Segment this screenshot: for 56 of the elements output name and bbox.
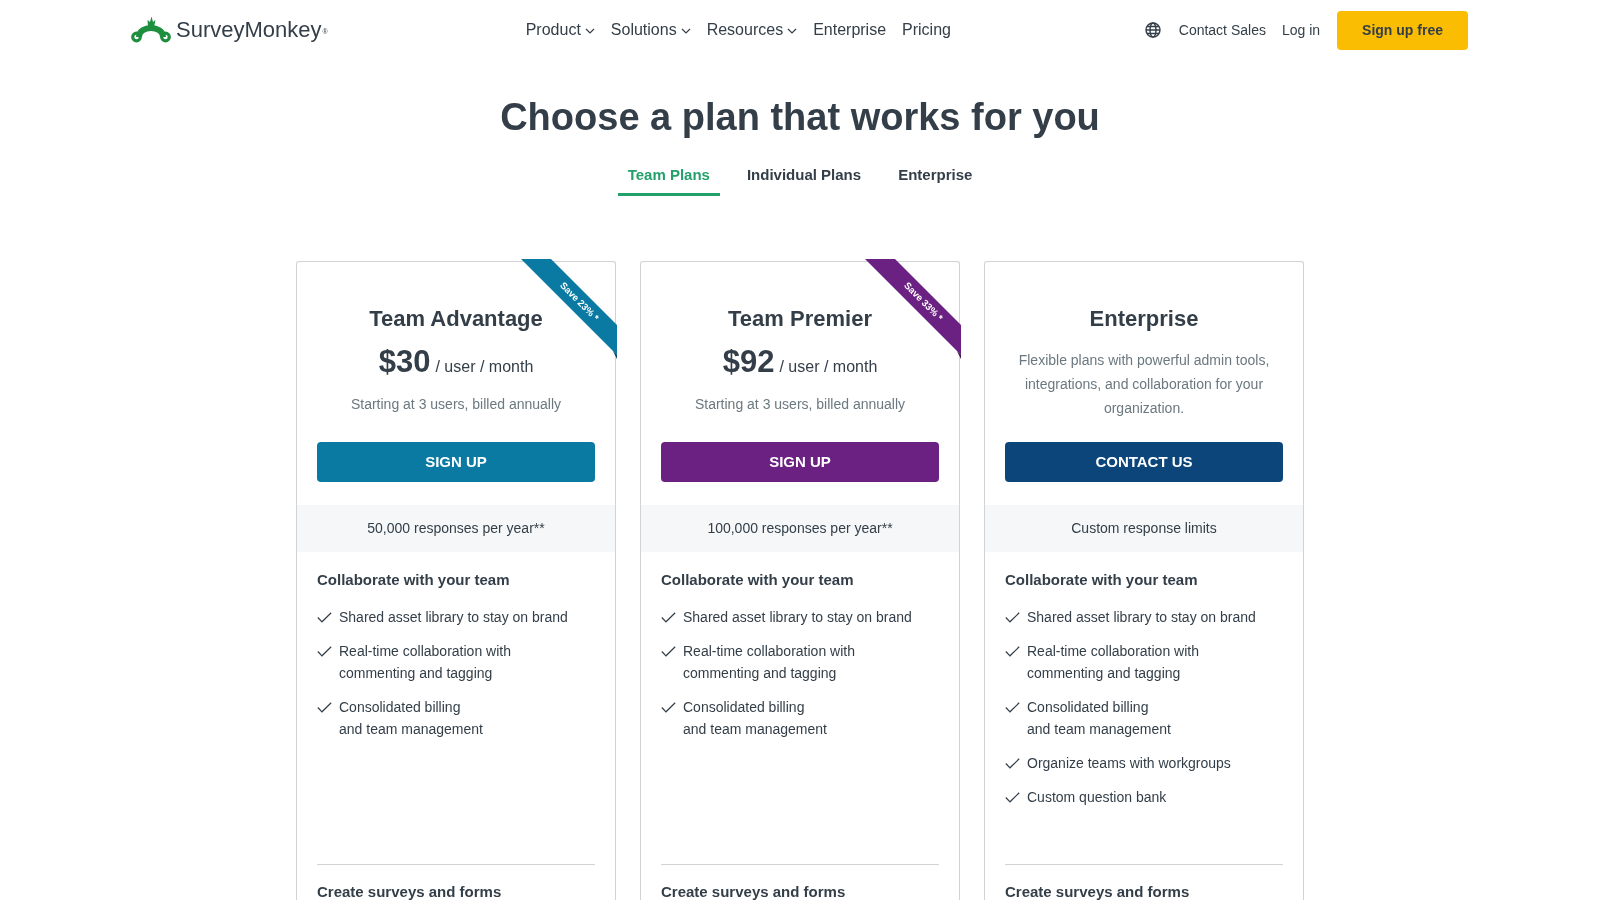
plan-price: $92 [722, 343, 775, 381]
sign-up-free-button[interactable]: Sign up free [1337, 10, 1468, 50]
billing-note: Starting at 3 users, billed annually [694, 395, 906, 414]
check-icon [1005, 758, 1020, 769]
check-icon [317, 612, 332, 623]
feature-text: Real-time collaboration with commenting and tagging [339, 642, 511, 683]
feature-text: Organize teams with workgroups [1027, 754, 1231, 773]
feature-group-heading: Collaborate with your team [317, 571, 511, 589]
feature-text: Real-time collaboration with commenting and tagging [1027, 642, 1199, 683]
billing-note: Starting at 3 users, billed annually [350, 395, 562, 414]
log-in-link[interactable]: Log in [1281, 21, 1321, 39]
plan-tab[interactable]: Enterprise [888, 158, 983, 196]
contact-sales-link[interactable]: Contact Sales [1178, 21, 1266, 39]
feature-text: Consolidated billing and team management [1027, 698, 1171, 739]
feature-group-heading: Collaborate with your team [1005, 571, 1199, 589]
sign-up-button[interactable]: SIGN UP [661, 442, 939, 482]
nav-menu-item[interactable]: Enterprise [813, 20, 887, 40]
feature-group-heading: Create surveys and forms [1005, 884, 1191, 900]
feature-text: Shared asset library to stay on brand [1027, 608, 1256, 627]
feature-text: Shared asset library to stay on brand [339, 608, 568, 627]
feature-group-heading: Create surveys and forms [317, 884, 503, 900]
check-icon [661, 612, 676, 623]
response-limit-band: 100,000 responses per year** [641, 505, 959, 552]
contact-us-button[interactable]: CONTACT US [1005, 442, 1283, 482]
price-unit: / user / month [779, 357, 878, 377]
price-unit: / user / month [435, 357, 534, 377]
check-icon [1005, 646, 1020, 657]
plan-tab[interactable]: Individual Plans [736, 158, 872, 196]
nav-menu-item[interactable]: Pricing [902, 20, 951, 40]
feature-text: Real-time collaboration with commenting and tagging [683, 642, 855, 683]
plan-price: $30 [378, 343, 431, 381]
feature-text: Custom question bank [1027, 788, 1167, 807]
logo-icon [131, 15, 171, 45]
check-icon [1005, 792, 1020, 803]
nav-menu-item[interactable]: Resources [706, 20, 798, 40]
nav-menu-item[interactable]: Product [525, 20, 595, 40]
sign-up-button[interactable]: SIGN UP [317, 442, 595, 482]
response-limit-band: Custom response limits [985, 505, 1303, 552]
check-icon [1005, 702, 1020, 713]
response-limit-band: 50,000 responses per year** [297, 505, 615, 552]
logo-wordmark[interactable]: SurveyMonkey$^{®}$ [176, 17, 328, 43]
globe-icon[interactable] [1144, 22, 1161, 38]
feature-text: Consolidated billing and team management [683, 698, 827, 739]
check-icon [317, 646, 332, 657]
plan-name: Enterprise [1089, 305, 1199, 333]
nav-menu-item[interactable]: Solutions [610, 20, 691, 40]
check-icon [661, 702, 676, 713]
check-icon [317, 702, 332, 713]
feature-group-heading: Collaborate with your team [661, 571, 855, 589]
page-title: Choose a plan that works for you [500, 95, 1100, 140]
check-icon [661, 646, 676, 657]
feature-group-heading: Create surveys and forms [661, 884, 847, 900]
feature-text: Shared asset library to stay on brand [683, 608, 912, 627]
feature-text: Consolidated billing and team management [339, 698, 483, 739]
check-icon [1005, 612, 1020, 623]
plan-description: Flexible plans with powerful admin tools, integrations, and collaboration for your organization. [1017, 351, 1271, 418]
